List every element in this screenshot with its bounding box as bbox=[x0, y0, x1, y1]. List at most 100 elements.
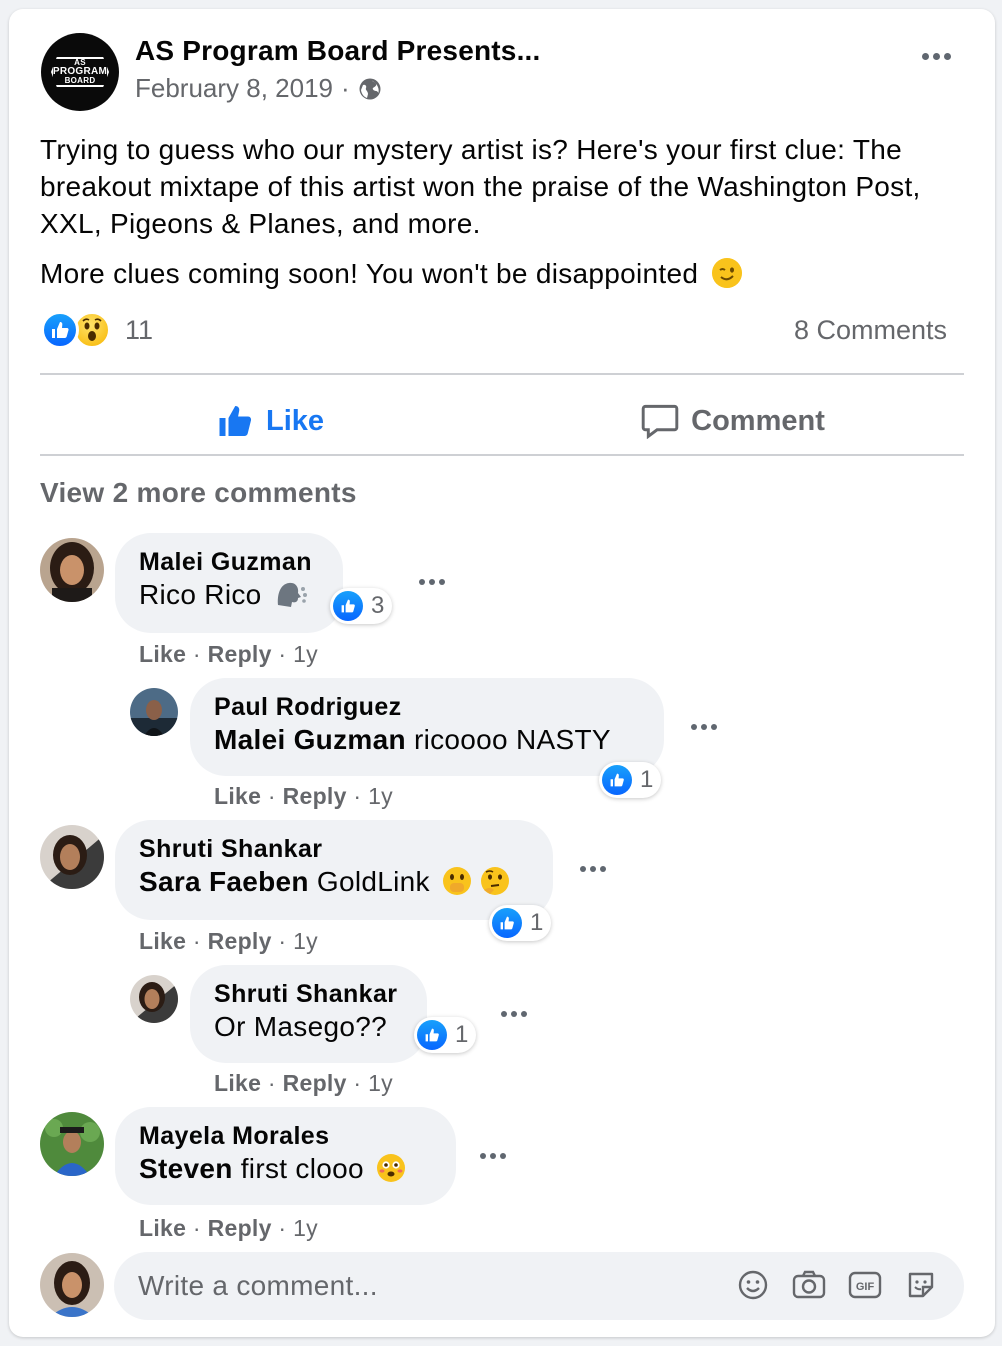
comment-reply-link[interactable]: Reply bbox=[283, 783, 347, 809]
comment-like-link[interactable]: Like bbox=[139, 928, 186, 954]
comment-time[interactable]: 1y bbox=[293, 1215, 318, 1241]
mention-link[interactable]: Sara Faeben bbox=[139, 866, 309, 897]
comment-options-button[interactable] bbox=[580, 866, 606, 872]
more-dot-icon bbox=[521, 1011, 527, 1017]
comment-text-content: Rico Rico bbox=[139, 579, 262, 610]
comment-reply-link[interactable]: Reply bbox=[283, 1070, 347, 1096]
post-date[interactable]: February 8, 2019 bbox=[135, 73, 333, 104]
comment-reply-link[interactable]: Reply bbox=[208, 928, 272, 954]
like-reaction-icon bbox=[417, 1020, 447, 1050]
program-board-logo: AS PROGRAM BOARD bbox=[51, 57, 109, 87]
comment-time[interactable]: 1y bbox=[293, 641, 318, 667]
more-dot-icon bbox=[701, 724, 707, 730]
commenter-name[interactable]: Paul Rodriguez bbox=[214, 692, 640, 722]
comment-text: Malei Guzman ricoooo NASTY bbox=[214, 722, 640, 758]
commenter-avatar[interactable] bbox=[40, 825, 104, 889]
comment-options-button[interactable] bbox=[480, 1153, 506, 1159]
comment-reaction-badge[interactable]: 3 bbox=[330, 588, 393, 624]
comment-time[interactable]: 1y bbox=[368, 1070, 393, 1096]
comment-like-link[interactable]: Like bbox=[214, 783, 261, 809]
comment-text-content: ricoooo NASTY bbox=[413, 724, 611, 755]
more-dot-icon bbox=[429, 579, 435, 585]
comment-time[interactable]: 1y bbox=[293, 928, 318, 954]
comment-bubble: Shruti Shankar Sara Faeben GoldLink bbox=[115, 820, 553, 920]
commenter-name[interactable]: Malei Guzman bbox=[139, 547, 319, 577]
comment-text-content: GoldLink bbox=[316, 866, 430, 897]
comment-actions: Like · Reply · 1y bbox=[139, 641, 318, 667]
commenter-avatar[interactable] bbox=[40, 538, 104, 602]
comment-text-content: first clooo bbox=[240, 1153, 364, 1184]
commenter-avatar[interactable] bbox=[130, 688, 178, 736]
thumbs-up-icon bbox=[219, 406, 252, 436]
post-options-button[interactable] bbox=[922, 53, 951, 60]
comment-actions: Like · Reply · 1y bbox=[139, 928, 318, 954]
comment-options-button[interactable] bbox=[691, 724, 717, 730]
like-button-label: Like bbox=[265, 404, 325, 437]
comment-reaction-badge[interactable]: 1 bbox=[414, 1017, 477, 1053]
emoji-icon[interactable] bbox=[736, 1268, 770, 1302]
comment-text: Sara Faeben GoldLink bbox=[139, 864, 529, 900]
comment-composer-tools: GIF bbox=[736, 1268, 938, 1302]
like-reaction-icon bbox=[333, 591, 363, 621]
commenter-name[interactable]: Mayela Morales bbox=[139, 1121, 432, 1151]
commenter-name[interactable]: Shruti Shankar bbox=[214, 979, 403, 1009]
comment-reply-link[interactable]: Reply bbox=[208, 1215, 272, 1241]
svg-text:GIF: GIF bbox=[856, 1281, 875, 1293]
view-more-comments-link[interactable]: View 2 more comments bbox=[40, 477, 357, 509]
commenter-avatar[interactable] bbox=[130, 975, 178, 1023]
comment-reaction-badge[interactable]: 1 bbox=[489, 905, 552, 941]
mention-link[interactable]: Steven bbox=[139, 1153, 233, 1184]
comment-bubble-icon bbox=[641, 404, 679, 439]
divider bbox=[40, 373, 964, 375]
divider bbox=[40, 454, 964, 456]
comment-actions: Like · Reply · 1y bbox=[214, 783, 393, 809]
reaction-count: 1 bbox=[640, 766, 654, 793]
post-meta: February 8, 2019 · bbox=[135, 73, 382, 104]
comment-reply-link[interactable]: Reply bbox=[208, 641, 272, 667]
more-dot-icon bbox=[600, 866, 606, 872]
comment-button-label: Comment bbox=[691, 404, 825, 437]
comment-like-link[interactable]: Like bbox=[214, 1070, 261, 1096]
comment-options-button[interactable] bbox=[501, 1011, 527, 1017]
comments-count-link[interactable]: 8 Comments bbox=[794, 315, 947, 346]
more-dot-icon bbox=[922, 53, 929, 60]
post-body: Trying to guess who our mystery artist i… bbox=[40, 131, 970, 305]
post-text-paragraph: Trying to guess who our mystery artist i… bbox=[40, 134, 921, 239]
comment-time[interactable]: 1y bbox=[368, 783, 393, 809]
more-dot-icon bbox=[501, 1011, 507, 1017]
comment-like-link[interactable]: Like bbox=[139, 641, 186, 667]
page-name[interactable]: AS Program Board Presents... bbox=[135, 35, 541, 67]
logo-text-board: BOARD bbox=[64, 76, 96, 85]
reactions-summary[interactable]: 11 bbox=[41, 311, 153, 349]
more-dot-icon bbox=[490, 1153, 496, 1159]
more-dot-icon bbox=[944, 53, 951, 60]
comment-actions: Like · Reply · 1y bbox=[139, 1215, 318, 1241]
post-card: AS PROGRAM BOARD AS Program Board Presen… bbox=[9, 9, 995, 1337]
like-button[interactable]: Like bbox=[40, 389, 502, 453]
comment-reaction-badge[interactable]: 1 bbox=[599, 762, 662, 798]
comment-text: Steven first clooo bbox=[139, 1151, 432, 1187]
comment-input[interactable] bbox=[138, 1270, 718, 1302]
current-user-avatar[interactable] bbox=[40, 1253, 104, 1317]
comment-button[interactable]: Comment bbox=[502, 389, 964, 453]
gif-icon[interactable]: GIF bbox=[848, 1268, 882, 1302]
more-dot-icon bbox=[511, 1011, 517, 1017]
comment-bubble: Shruti Shankar Or Masego?? bbox=[190, 965, 427, 1063]
comment-like-link[interactable]: Like bbox=[139, 1215, 186, 1241]
commenter-avatar[interactable] bbox=[40, 1112, 104, 1176]
like-reaction-icon bbox=[492, 908, 522, 938]
mention-link[interactable]: Malei Guzman bbox=[214, 724, 406, 755]
comment-options-button[interactable] bbox=[419, 579, 445, 585]
meta-separator: · bbox=[341, 73, 350, 103]
more-dot-icon bbox=[439, 579, 445, 585]
more-dot-icon bbox=[580, 866, 586, 872]
hand-over-mouth-emoji-icon bbox=[442, 867, 471, 895]
commenter-name[interactable]: Shruti Shankar bbox=[139, 834, 529, 864]
more-dot-icon bbox=[500, 1153, 506, 1159]
page-avatar[interactable]: AS PROGRAM BOARD bbox=[41, 33, 119, 111]
camera-icon[interactable] bbox=[792, 1268, 826, 1302]
comment-bubble: Paul Rodriguez Malei Guzman ricoooo NAST… bbox=[190, 678, 664, 776]
sticker-icon[interactable] bbox=[904, 1268, 938, 1302]
reaction-count: 1 bbox=[530, 909, 544, 936]
like-reaction-icon bbox=[602, 765, 632, 795]
